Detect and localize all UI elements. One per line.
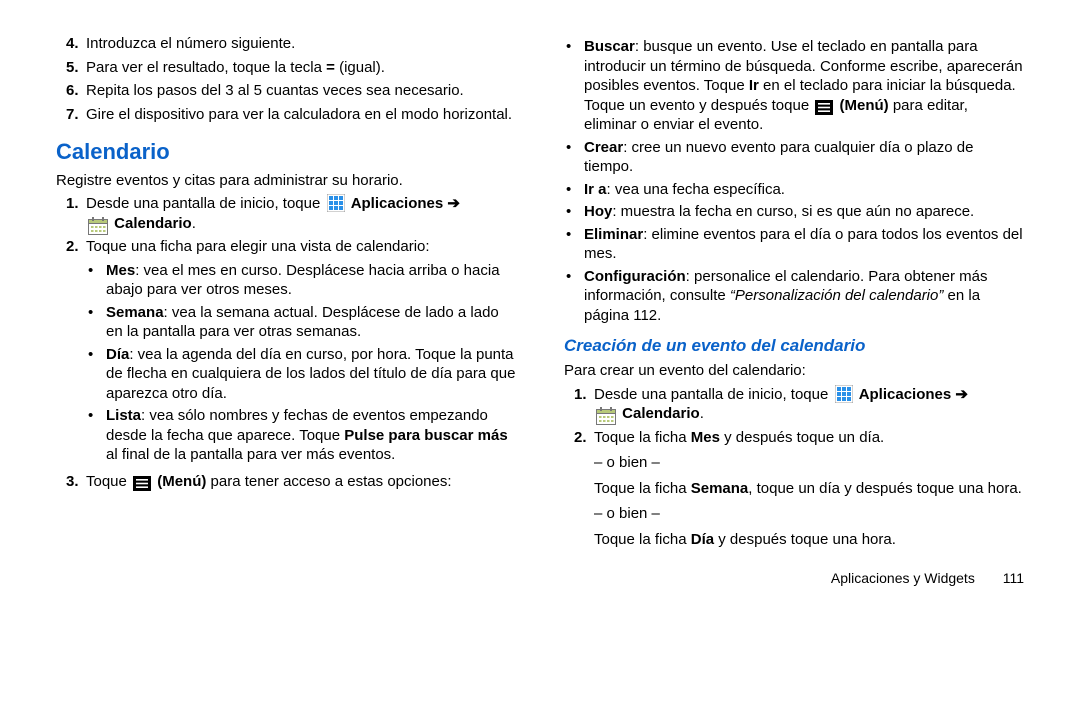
menu-icon [815, 100, 833, 115]
step-number: 1. [56, 194, 86, 214]
create-event-heading: Creación de un evento del calendario [564, 335, 1024, 357]
or-divider: – o bien – [594, 453, 1024, 473]
step-text: Para ver el resultado, toque la tecla = … [86, 58, 516, 78]
create-event-intro: Para crear un evento del calendario: [564, 361, 1024, 381]
step-number: 2. [56, 237, 86, 257]
step-number: 1. [564, 385, 594, 405]
calendar-view-options: Mes: vea el mes en curso. Desplácese hac… [86, 261, 516, 465]
step-text: Toque la ficha Mes y después toque un dí… [594, 428, 1024, 550]
step-text: Toque (Menú) para tener acceso a estas o… [86, 472, 516, 492]
step-number: 6. [56, 81, 86, 101]
step-number: 4. [56, 34, 86, 54]
step-text: Toque una ficha para elegir una vista de… [86, 237, 516, 468]
menu-options-list: Buscar: busque un evento. Use el teclado… [564, 37, 1024, 325]
calendar-intro: Registre eventos y citas para administra… [56, 171, 516, 191]
step-number: 7. [56, 105, 86, 125]
calendar-steps: 1. Desde una pantalla de inicio, toque A… [56, 194, 516, 491]
step-number: 5. [56, 58, 86, 78]
calculator-steps-continued: 4. Introduzca el número siguiente. 5. Pa… [56, 34, 516, 124]
calendar-icon [596, 407, 616, 425]
step-text: Introduzca el número siguiente. [86, 34, 516, 54]
right-column: Buscar: busque un evento. Use el teclado… [564, 30, 1024, 553]
calendar-heading: Calendario [56, 138, 516, 167]
create-event-steps: 1. Desde una pantalla de inicio, toque A… [564, 385, 1024, 550]
step-number: 3. [56, 472, 86, 492]
footer-page-number: 111 [1003, 570, 1024, 586]
left-column: 4. Introduzca el número siguiente. 5. Pa… [56, 30, 516, 553]
step-text: Desde una pantalla de inicio, toque Apli… [86, 194, 516, 233]
step-text: Desde una pantalla de inicio, toque Apli… [594, 385, 1024, 424]
apps-grid-icon [327, 194, 345, 212]
step-number: 2. [564, 428, 594, 448]
apps-grid-icon [835, 385, 853, 403]
step-text: Repita los pasos del 3 al 5 cuantas vece… [86, 81, 516, 101]
page-footer: Aplicaciones y Widgets 111 [831, 569, 1024, 587]
step-text: Gire el dispositivo para ver la calculad… [86, 105, 516, 125]
footer-section-name: Aplicaciones y Widgets [831, 570, 975, 586]
menu-icon [133, 476, 151, 491]
or-divider: – o bien – [594, 504, 1024, 524]
calendar-icon [88, 217, 108, 235]
